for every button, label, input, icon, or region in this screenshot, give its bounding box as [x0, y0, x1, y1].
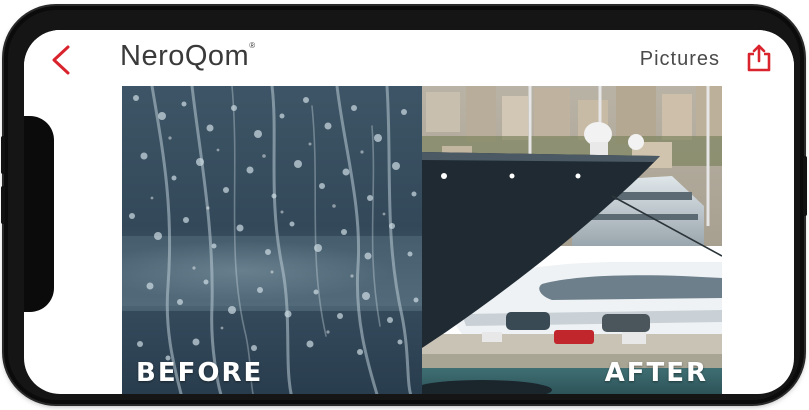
after-photo-image: [422, 86, 722, 394]
registered-mark: ®: [249, 41, 256, 51]
before-photo: BEFORE: [122, 86, 422, 394]
phone-notch: [24, 116, 54, 312]
phone-side-button: [1, 186, 5, 224]
navigation-bar: NeroQom® Pictures: [24, 30, 794, 86]
chevron-left-icon: [52, 45, 70, 75]
app-logo: NeroQom®: [120, 40, 256, 73]
back-button[interactable]: [48, 44, 76, 76]
after-label: AFTER: [604, 358, 708, 388]
logo-text: NeroQom: [120, 40, 250, 72]
app-screen: NeroQom® Pictures BEFORE AFTER: [24, 30, 794, 394]
phone-power-button: [803, 156, 807, 216]
phone-frame: NeroQom® Pictures BEFORE AFTER: [1, 6, 807, 404]
share-icon: [747, 44, 771, 72]
after-photo: AFTER: [422, 86, 722, 394]
share-button[interactable]: [746, 44, 772, 72]
phone-side-button: [1, 136, 5, 174]
page-title: Pictures: [639, 48, 720, 70]
before-after-comparison: BEFORE AFTER: [122, 86, 722, 394]
before-label: BEFORE: [136, 358, 264, 388]
before-photo-image: [122, 86, 422, 394]
